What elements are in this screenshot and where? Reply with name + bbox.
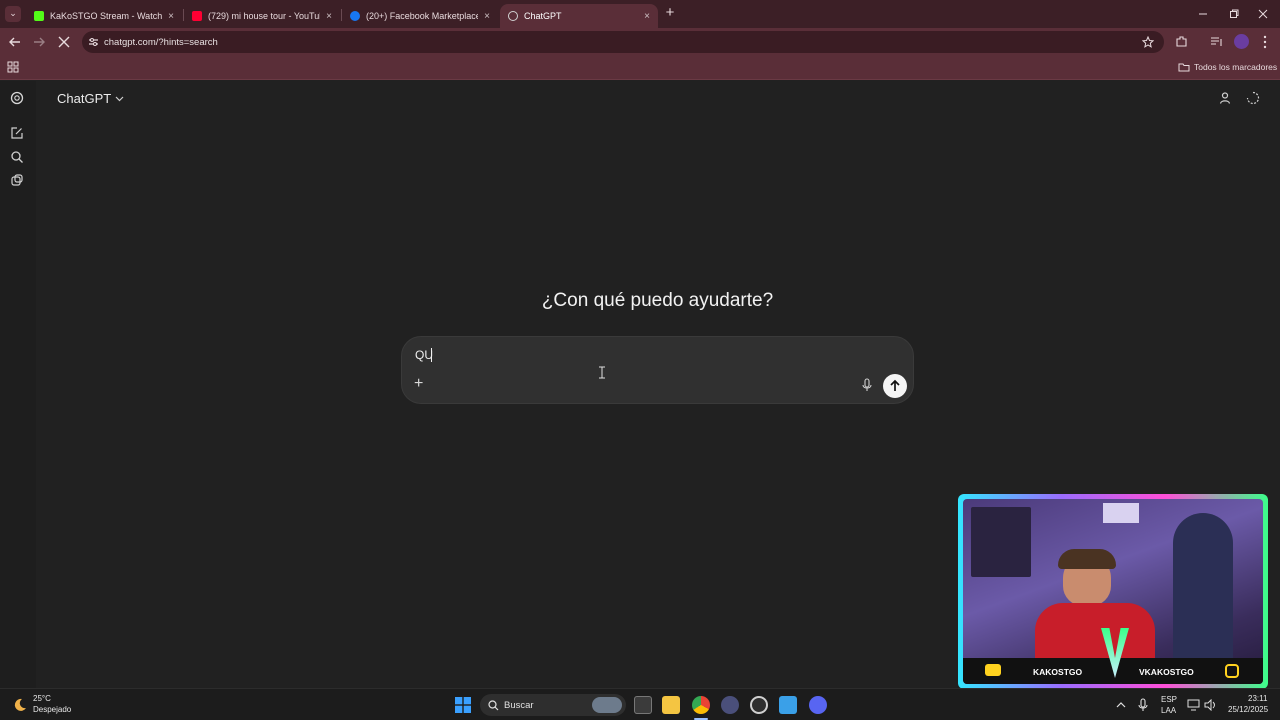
add-attachment-button[interactable]: + — [414, 375, 423, 393]
tab-close-icon[interactable]: × — [168, 11, 174, 22]
kebab-menu-icon[interactable] — [1262, 35, 1268, 49]
text-caret — [431, 348, 432, 362]
stream-webcam-overlay: KAKOSTGO VKAKOSTGO — [958, 494, 1268, 689]
moon-icon — [14, 698, 26, 711]
arrow-up-icon — [890, 379, 900, 391]
model-selector[interactable]: ChatGPT — [57, 91, 124, 106]
media-control-icon[interactable] — [1210, 36, 1223, 48]
youtube-favicon-icon — [192, 11, 202, 21]
weather-widget[interactable] — [10, 695, 30, 715]
language-top[interactable]: ESP — [1161, 695, 1177, 704]
windows-taskbar: 25°C Despejado Buscar ESP LAA 23:11 25/1… — [0, 688, 1280, 720]
tab-youtube[interactable]: (729) mi house tour - YouTube × — [184, 4, 340, 28]
folder-icon — [1178, 63, 1190, 72]
chatgpt-favicon-icon — [508, 11, 518, 21]
webcam-person-shirt — [1035, 603, 1155, 663]
chrome-icon[interactable] — [692, 696, 710, 714]
tab-chatgpt[interactable]: ChatGPT × — [500, 4, 658, 28]
kick-favicon-icon — [34, 11, 44, 21]
tab-kakostgo[interactable]: KaKoSTGO Stream - Watch Live × — [26, 4, 182, 28]
tab-close-icon[interactable]: × — [326, 11, 332, 22]
microphone-tray-icon[interactable] — [1138, 698, 1148, 712]
bookmarks-folder-label: Todos los marcadores — [1194, 62, 1278, 72]
search-label: Buscar — [504, 699, 534, 711]
extensions-icon[interactable] — [1175, 35, 1188, 48]
webcam-video: KAKOSTGO VKAKOSTGO — [963, 499, 1263, 684]
restore-icon[interactable] — [1229, 9, 1239, 19]
windows-start-icon[interactable] — [455, 697, 471, 713]
network-icon[interactable] — [1187, 699, 1200, 711]
obs-icon[interactable] — [750, 696, 768, 714]
weather-description: Despejado — [33, 705, 72, 714]
file-explorer-icon[interactable] — [662, 696, 680, 714]
text-cursor-icon — [599, 366, 605, 379]
bookmarks-bar: Todos los marcadores — [0, 56, 1280, 80]
forward-arrow-icon[interactable] — [33, 36, 46, 48]
discord-icon[interactable] — [809, 696, 827, 714]
address-bar[interactable]: chatgpt.com/?hints=search — [82, 31, 1164, 53]
microphone-icon[interactable] — [861, 378, 873, 392]
tab-facebook[interactable]: (20+) Facebook Marketplace | F × — [342, 4, 498, 28]
search-chats-icon[interactable] — [10, 150, 24, 164]
weather-temperature: 25°C — [33, 694, 51, 703]
tab-title: KaKoSTGO Stream - Watch Live — [50, 11, 163, 21]
minimize-icon[interactable] — [1198, 9, 1208, 19]
chevron-down-icon — [115, 96, 124, 101]
profile-avatar[interactable] — [1234, 34, 1249, 49]
overlay-right-tag: VKAKOSTGO — [1139, 667, 1194, 677]
prompt-composer[interactable]: QU + — [401, 336, 914, 404]
temporary-chat-icon[interactable] — [1246, 91, 1260, 105]
clock-time[interactable]: 23:11 — [1248, 694, 1267, 703]
new-chat-icon[interactable] — [10, 126, 24, 140]
webcam-shelf-poster — [1103, 503, 1139, 523]
send-button[interactable] — [883, 374, 907, 398]
webcam-person-hair — [1058, 549, 1116, 569]
stop-loading-icon[interactable] — [58, 36, 70, 48]
model-label: ChatGPT — [57, 91, 112, 106]
site-info-icon[interactable] — [88, 37, 99, 47]
app-icon[interactable] — [721, 696, 739, 714]
search-highlight-image — [592, 697, 622, 713]
openai-logo-icon[interactable] — [10, 91, 24, 105]
new-tab-button[interactable]: + — [662, 5, 678, 21]
tab-title: (729) mi house tour - YouTube — [208, 11, 321, 21]
tab-close-icon[interactable]: × — [484, 11, 490, 22]
browser-toolbar: chatgpt.com/?hints=search — [0, 28, 1280, 56]
apps-grid-icon[interactable] — [7, 61, 19, 73]
tab-title: (20+) Facebook Marketplace | F — [366, 11, 479, 21]
overlay-left-tag: KAKOSTGO — [1033, 667, 1083, 677]
clock-date[interactable]: 25/12/2025 — [1228, 705, 1268, 714]
back-arrow-icon[interactable] — [8, 36, 21, 48]
webcam-monitor — [971, 507, 1031, 577]
tab-strip: ⌄ KaKoSTGO Stream - Watch Live × (729) m… — [0, 0, 1280, 28]
search-icon — [488, 700, 499, 711]
add-person-icon[interactable] — [1219, 91, 1233, 105]
page-heading: ¿Con qué puedo ayudarte? — [541, 290, 774, 311]
language-bottom[interactable]: LAA — [1161, 706, 1176, 715]
tab-search-icon[interactable]: ⌄ — [5, 6, 21, 22]
webcam-name-bar: KAKOSTGO VKAKOSTGO — [963, 628, 1263, 684]
tab-title: ChatGPT — [524, 11, 562, 21]
volume-icon[interactable] — [1204, 699, 1217, 711]
chevron-up-icon[interactable] — [1116, 701, 1126, 708]
youtube-icon — [985, 664, 1001, 676]
task-view-icon[interactable] — [634, 696, 652, 714]
bookmark-star-icon[interactable] — [1142, 36, 1154, 48]
chatgpt-sidebar — [0, 81, 36, 688]
instagram-icon — [1225, 664, 1239, 678]
url-text: chatgpt.com/?hints=search — [104, 36, 218, 48]
taskbar-search[interactable]: Buscar — [480, 694, 626, 716]
facebook-favicon-icon — [350, 11, 360, 21]
close-window-icon[interactable] — [1258, 9, 1268, 19]
app-f-icon[interactable] — [779, 696, 797, 714]
all-bookmarks-folder[interactable]: Todos los marcadores — [1170, 57, 1278, 77]
library-icon[interactable] — [10, 174, 24, 188]
tab-close-icon[interactable]: × — [644, 11, 650, 22]
webcam-chair — [1173, 513, 1233, 673]
